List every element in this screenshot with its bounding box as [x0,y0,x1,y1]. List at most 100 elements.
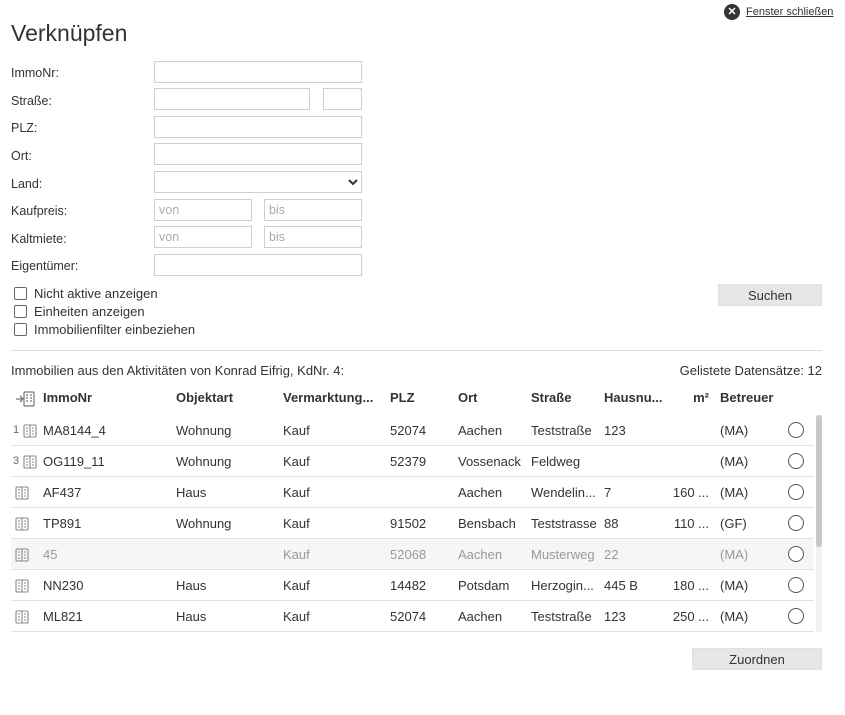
row-number: 3 [13,455,20,467]
cell-hausnr: 123 [604,423,626,438]
cell-ort: Aachen [458,423,503,438]
einheiten-checkbox[interactable]: Einheiten anzeigen [14,304,145,319]
cell-objektart: Wohnung [176,454,232,469]
plz-input[interactable] [154,116,362,138]
ort-input[interactable] [154,143,362,165]
column-header[interactable]: Vermarktung... [283,390,383,405]
table-row[interactable]: 45 Kauf 52068 Aachen Musterweg 22 (MA) [11,539,814,570]
zuordnen-button[interactable]: Zuordnen [692,648,822,670]
cell-strasse: Teststrasse [531,516,597,531]
strasse-input[interactable] [154,88,310,110]
cell-hausnr: 22 [604,547,619,562]
cell-immonr: NN230 [43,578,84,593]
close-icon[interactable]: ✕ [724,4,740,20]
close-window-label[interactable]: Fenster schließen [746,6,833,18]
cell-plz: 52074 [390,423,427,438]
cell-strasse: Wendelin... [531,485,596,500]
cell-vermarktung: Kauf [283,485,310,500]
checkbox-box[interactable] [14,305,27,318]
cell-hausnr: 88 [604,516,619,531]
table-header: ImmoNr Objektart Vermarktung... PLZ Ort … [11,390,822,412]
scrollbar[interactable] [816,415,822,632]
cell-vermarktung: Kauf [283,547,310,562]
plz-label: PLZ: [11,121,38,135]
column-header[interactable]: Objektart [176,390,276,405]
select-radio[interactable] [788,484,804,500]
table-row[interactable]: 3 OG119_11 Wohnung Kauf 52379 Vossenack Feldwe… [11,446,814,477]
kaltmiete-bis-input[interactable] [264,226,362,248]
cell-plz: 52068 [390,547,427,562]
nicht-aktive-checkbox[interactable]: Nicht aktive anzeigen [14,286,158,301]
column-header[interactable]: Straße [531,390,599,405]
kaltmiete-label: Kaltmiete: [11,232,67,246]
kaufpreis-label: Kaufpreis: [11,204,68,218]
checkbox-box[interactable] [14,287,27,300]
select-radio[interactable] [788,453,804,469]
select-radio[interactable] [788,608,804,624]
cell-ort: Aachen [458,547,503,562]
eigentuemer-label: Eigentümer: [11,259,79,273]
eigentuemer-input[interactable] [154,254,362,276]
select-radio[interactable] [788,515,804,531]
land-select[interactable] [154,171,362,193]
column-header[interactable]: ImmoNr [43,390,171,405]
select-radio[interactable] [788,577,804,593]
cell-plz: 52379 [390,454,427,469]
cell-immonr: AF437 [43,485,82,500]
cell-immonr: OG119_11 [43,454,105,469]
immobilienfilter-checkbox[interactable]: Immobilienfilter einbeziehen [14,322,195,337]
einheiten-label: Einheiten anzeigen [34,304,145,319]
scrollbar-thumb[interactable] [816,415,822,547]
cell-betreuer: (MA) [720,547,749,562]
kaltmiete-von-input[interactable] [154,226,252,248]
building-icon [15,517,29,534]
table-row[interactable]: AF437 Haus Kauf Aachen Wendelin... 7 160 ... (M… [11,477,814,508]
immonr-label: ImmoNr: [11,66,59,80]
cell-vermarktung: Kauf [283,578,310,593]
table-row[interactable]: TP891 Wohnung Kauf 91502 Bensbach Teststrasse… [11,508,814,539]
checkbox-box[interactable] [14,323,27,336]
assign-column-icon [15,391,35,410]
cell-immonr: TP891 [43,516,82,531]
table-row[interactable]: NN230 Haus Kauf 14482 Potsdam Herzogin... 445 … [11,570,814,601]
cell-m2: 180 ... [672,578,709,593]
close-window-link[interactable]: ✕ Fenster schließen [724,4,833,20]
cell-ort: Potsdam [458,578,510,593]
select-radio[interactable] [788,422,804,438]
building-icon [15,486,29,503]
building-icon [15,548,29,565]
kaufpreis-von-input[interactable] [154,199,252,221]
cell-m2: 110 ... [673,516,709,531]
column-header[interactable]: Betreuer [720,390,780,405]
divider [11,350,822,351]
column-header[interactable]: Hausnu... [604,390,666,405]
column-header[interactable]: m² [671,390,709,405]
cell-objektart: Haus [176,609,207,624]
column-header[interactable]: Ort [458,390,526,405]
cell-objektart: Wohnung [176,423,232,438]
cell-ort: Vossenack [458,454,521,469]
cell-plz: 52074 [390,609,427,624]
table-row[interactable]: 1 MA8144_4 Wohnung Kauf 52074 Aachen Teststraß… [11,415,814,446]
immobilienfilter-label: Immobilienfilter einbeziehen [34,322,196,337]
building-icon [23,455,37,472]
select-radio[interactable] [788,546,804,562]
cell-betreuer: (MA) [720,423,749,438]
cell-plz: 91502 [390,516,427,531]
immonr-input[interactable] [154,61,362,83]
cell-immonr: ML821 [43,609,83,624]
suchen-button[interactable]: Suchen [718,284,822,306]
results-context: Immobilien aus den Aktivitäten von Konra… [11,363,345,378]
kaufpreis-bis-input[interactable] [264,199,362,221]
cell-betreuer: (MA) [720,578,749,593]
hausnummer-input[interactable] [323,88,362,110]
building-icon [15,579,29,596]
cell-ort: Aachen [458,485,503,500]
column-header[interactable]: PLZ [390,390,450,405]
cell-vermarktung: Kauf [283,454,310,469]
land-label: Land: [11,177,43,191]
row-number: 1 [13,424,20,436]
table-row[interactable]: ML821 Haus Kauf 52074 Aachen Teststraße 123 250… [11,601,814,632]
cell-strasse: Musterweg [531,547,595,562]
cell-betreuer: (MA) [720,454,749,469]
